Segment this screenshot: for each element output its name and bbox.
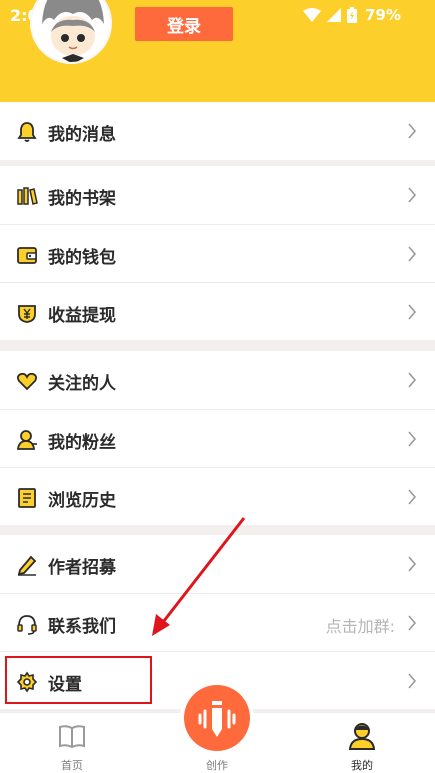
menu-label: 联系我们 bbox=[48, 617, 116, 637]
menu-label: 我的粉丝 bbox=[48, 433, 116, 453]
menu-item-contact-us[interactable]: 联系我们 点击加群: bbox=[0, 593, 435, 651]
menu-item-wallet[interactable]: 我的钱包 bbox=[0, 224, 435, 282]
status-icons: 79% bbox=[303, 6, 401, 24]
menu-item-following[interactable]: 关注的人 bbox=[0, 351, 435, 409]
menu-label: 作者招募 bbox=[48, 558, 116, 578]
menu-label: 我的消息 bbox=[48, 125, 116, 145]
wallet-icon bbox=[17, 247, 37, 264]
menu-label: 浏览历史 bbox=[48, 491, 116, 511]
join-group-hint: 点击加群: bbox=[325, 617, 395, 636]
chevron-right-icon bbox=[408, 489, 417, 505]
menu-label: 我的钱包 bbox=[48, 248, 116, 268]
menu-item-messages[interactable]: 我的消息 bbox=[0, 102, 435, 160]
profile-icon bbox=[348, 723, 376, 750]
tab-mine-label: 我的 bbox=[351, 759, 373, 772]
chevron-right-icon bbox=[408, 304, 417, 320]
tab-home[interactable]: 首页 bbox=[32, 713, 112, 773]
tab-create-label: 创作 bbox=[206, 759, 228, 772]
battery-icon bbox=[347, 7, 358, 23]
login-button[interactable]: 登录 bbox=[135, 7, 233, 41]
avatar[interactable] bbox=[30, 0, 112, 64]
bell-icon bbox=[17, 122, 37, 142]
chevron-right-icon bbox=[408, 246, 417, 262]
signal-icon bbox=[327, 8, 342, 22]
user-icon bbox=[16, 430, 37, 450]
chevron-right-icon bbox=[408, 187, 417, 203]
menu-label: 收益提现 bbox=[48, 306, 116, 326]
yen-icon bbox=[18, 305, 36, 323]
create-button[interactable] bbox=[184, 685, 250, 751]
tab-home-label: 首页 bbox=[61, 759, 83, 772]
chevron-right-icon bbox=[408, 556, 417, 572]
chevron-right-icon bbox=[408, 615, 417, 631]
pencil-icon bbox=[17, 555, 37, 576]
chevron-right-icon bbox=[408, 431, 417, 447]
chevron-right-icon bbox=[408, 123, 417, 139]
menu-item-author-recruit[interactable]: 作者招募 bbox=[0, 535, 435, 593]
bottom-tab-bar: 首页 创作 我的 bbox=[0, 685, 435, 773]
tab-create[interactable]: 创作 bbox=[177, 685, 257, 773]
bookshelf-icon bbox=[17, 187, 38, 205]
microphone-pen-icon bbox=[198, 701, 236, 737]
menu-label: 我的书架 bbox=[48, 189, 116, 209]
history-icon bbox=[18, 488, 36, 508]
menu-item-bookshelf[interactable]: 我的书架 bbox=[0, 166, 435, 224]
menu-item-history[interactable]: 浏览历史 bbox=[0, 467, 435, 525]
profile-header: 2:00 79% 登录 bbox=[0, 0, 435, 102]
chevron-right-icon bbox=[408, 372, 417, 388]
menu-label: 关注的人 bbox=[48, 374, 116, 394]
book-icon bbox=[59, 725, 85, 749]
wifi-icon bbox=[303, 8, 322, 22]
menu-item-fans[interactable]: 我的粉丝 bbox=[0, 409, 435, 467]
battery-percent: 79% bbox=[365, 6, 401, 24]
chevron-right-icon bbox=[408, 673, 417, 689]
heart-icon bbox=[16, 372, 38, 391]
menu-item-earnings-withdraw[interactable]: 收益提现 bbox=[0, 282, 435, 340]
avatar-character-icon bbox=[32, 0, 110, 62]
tab-mine[interactable]: 我的 bbox=[322, 713, 402, 773]
headset-icon bbox=[17, 615, 37, 635]
annotation-highlight-box bbox=[5, 656, 152, 704]
